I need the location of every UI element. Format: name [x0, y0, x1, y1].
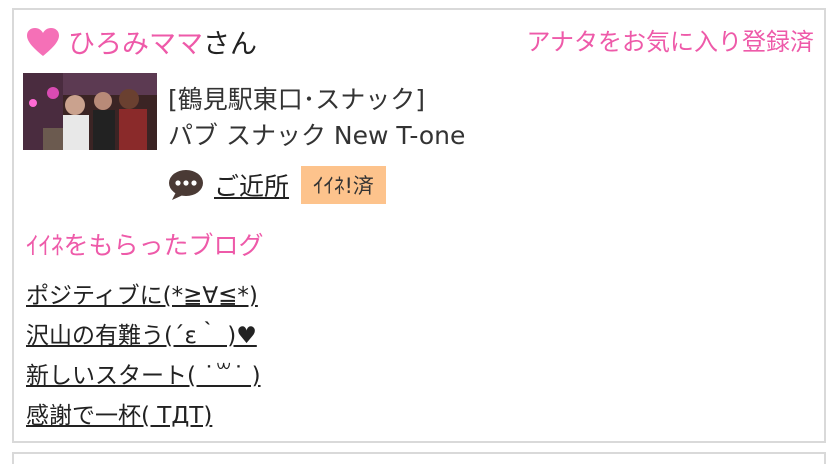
user-name-suffix: さん — [203, 29, 257, 60]
list-item: ポジティブに(*≧∀≦*) — [26, 276, 261, 316]
blog-link[interactable]: 新しいスタート( ˙꒳˙ ) — [26, 363, 261, 389]
shop-name-link[interactable]: パブ スナック New T-one — [168, 116, 465, 152]
blog-link[interactable]: ポジティブに(*≧∀≦*) — [26, 283, 258, 309]
thumbnail-photo — [23, 73, 157, 150]
proximity-row: ご近所 ｲｲﾈ!済 — [168, 166, 386, 204]
speech-bubble-icon — [169, 170, 203, 200]
favorite-status: アナタをお気に入り登録済 — [526, 28, 814, 56]
user-name-link[interactable]: ひろみママ — [68, 22, 203, 61]
blog-link[interactable]: 沢山の有難う(´ε｀ )♥ — [26, 323, 257, 349]
liked-blog-list: ポジティブに(*≧∀≦*) 沢山の有難う(´ε｀ )♥ 新しいスタート( ˙꒳˙… — [26, 276, 261, 436]
list-item: 新しいスタート( ˙꒳˙ ) — [26, 356, 261, 396]
list-item: 沢山の有難う(´ε｀ )♥ — [26, 316, 261, 356]
proximity-link[interactable]: ご近所 — [214, 167, 289, 203]
user-card: ひろみママ さん アナタをお気に入り登録済 [鶴見駅東口･スナック] パブ スナ… — [12, 8, 826, 443]
shop-thumbnail[interactable] — [23, 73, 157, 150]
blog-link[interactable]: 感謝で一杯( TДT) — [26, 403, 212, 429]
list-item: 感謝で一杯( TДT) — [26, 396, 261, 436]
shop-category: [鶴見駅東口･スナック] — [168, 85, 426, 114]
heart-icon — [27, 27, 59, 56]
card-header: ひろみママ さん — [26, 22, 257, 61]
liked-blogs-heading: ｲｲﾈをもらったブログ — [26, 231, 264, 260]
like-status-badge: ｲｲﾈ!済 — [301, 166, 386, 204]
next-card-edge — [12, 452, 826, 464]
